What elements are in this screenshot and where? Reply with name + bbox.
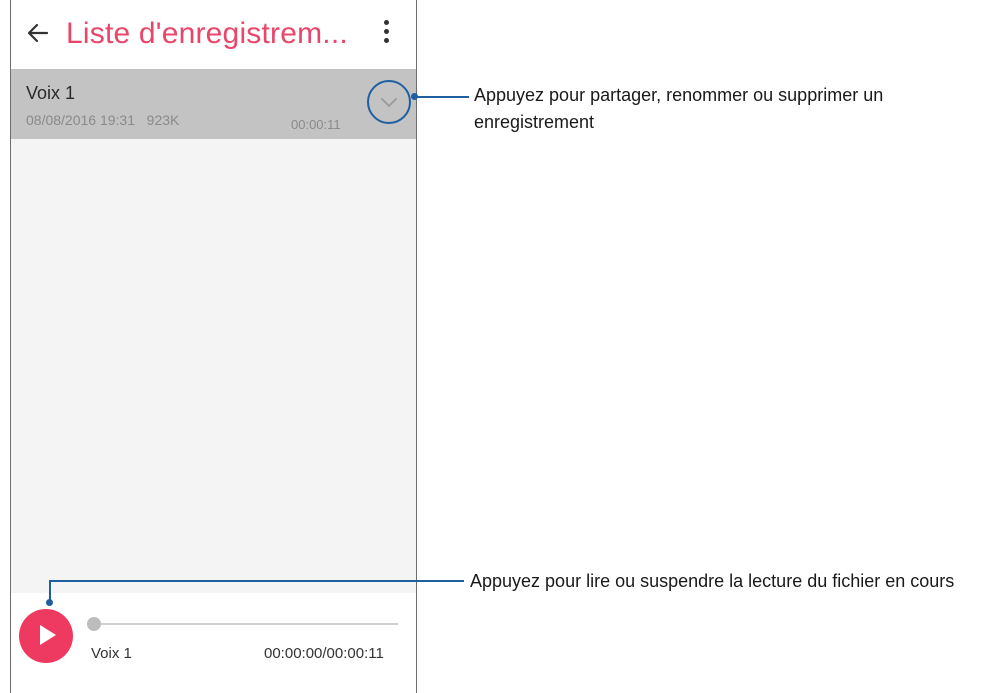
- back-arrow-icon[interactable]: [25, 20, 51, 46]
- app-bar: Liste d'enregistrem...: [11, 0, 416, 69]
- recording-name: Voix 1: [26, 83, 76, 103]
- progress-knob[interactable]: [87, 617, 101, 631]
- callout-expand-line1: Appuyez pour partager, renommer ou suppr…: [474, 85, 884, 105]
- callout-line-expand: [414, 96, 469, 98]
- callout-expand-line2: enregistrement: [474, 112, 595, 132]
- player-time: 00:00:00/00:00:11: [264, 645, 384, 662]
- chevron-down-icon: [381, 98, 397, 107]
- callout-line-play-vertical: [49, 580, 51, 602]
- recording-list-item[interactable]: Voix 1 08/08/2016 19:31 923K 00:00:11: [11, 69, 416, 139]
- expand-options-button[interactable]: [367, 80, 411, 124]
- player-track-title: Voix 1: [91, 645, 132, 662]
- callout-line-play-horizontal: [49, 580, 464, 582]
- callout-text-play: Appuyez pour lire ou suspendre la lectur…: [470, 571, 955, 591]
- phone-screen: Liste d'enregistrem... Voix 1 08/08/2016…: [10, 0, 417, 693]
- play-button[interactable]: [19, 609, 73, 663]
- more-vertical-icon[interactable]: [381, 20, 391, 50]
- play-icon: [40, 625, 56, 645]
- recording-duration: 00:00:11: [291, 117, 341, 132]
- progress-slider[interactable]: [87, 617, 398, 631]
- page-title: Liste d'enregistrem...: [66, 17, 348, 50]
- recording-meta: 08/08/2016 19:31 923K: [26, 112, 180, 128]
- callout-text-expand: Appuyez pour partager, renommer ou suppr…: [474, 82, 994, 136]
- audio-player-bar: Voix 1 00:00:00/00:00:11: [11, 593, 416, 693]
